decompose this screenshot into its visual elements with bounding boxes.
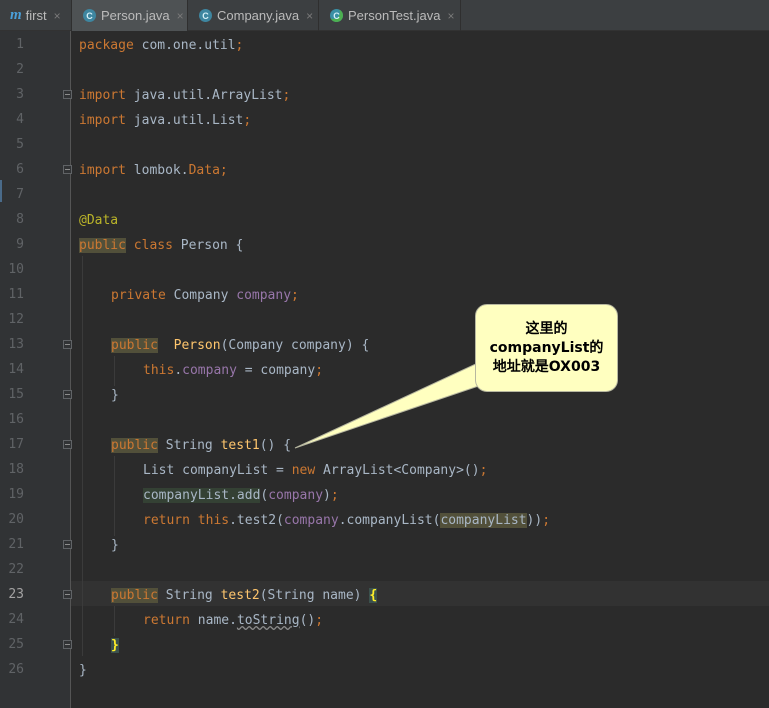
callout-pointer	[294, 361, 522, 449]
callout-line: 地址就是OX003	[492, 358, 601, 375]
callout-line: companyList的	[489, 339, 604, 356]
annotation-callout: 这里的 companyList的 地址就是OX003	[475, 304, 618, 392]
callout-line: 这里的	[525, 320, 568, 337]
